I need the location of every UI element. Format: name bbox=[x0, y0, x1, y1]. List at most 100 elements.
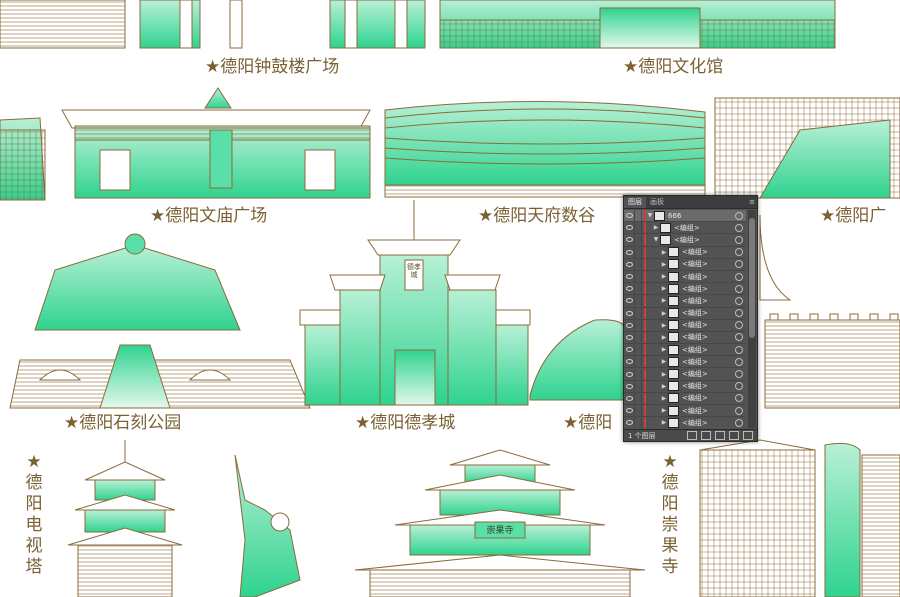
tab-layers[interactable]: 图层 bbox=[624, 197, 646, 208]
layer-name[interactable]: <编组> bbox=[682, 393, 735, 403]
layer-row-item[interactable]: ▶ <编组> bbox=[624, 283, 746, 296]
target-circle-icon[interactable] bbox=[735, 345, 743, 354]
target-circle-icon[interactable] bbox=[735, 260, 743, 269]
target-circle-icon[interactable] bbox=[735, 309, 743, 318]
lock-toggle[interactable] bbox=[635, 405, 642, 417]
expand-chevron-right-icon[interactable]: ▶ bbox=[660, 395, 668, 402]
layer-row-item[interactable]: ▶ <编组> bbox=[624, 356, 746, 369]
visibility-eye-icon[interactable] bbox=[624, 307, 635, 319]
lock-toggle[interactable] bbox=[635, 417, 642, 428]
layer-row-item[interactable]: ▶ <编组> bbox=[624, 319, 746, 332]
layer-name[interactable]: <编组> bbox=[682, 259, 735, 269]
target-circle-icon[interactable] bbox=[735, 406, 743, 415]
expand-chevron-right-icon[interactable]: ▶ bbox=[652, 224, 660, 231]
expand-chevron-right-icon[interactable]: ▶ bbox=[660, 419, 668, 426]
lock-toggle[interactable] bbox=[635, 307, 642, 319]
layer-name[interactable]: <编组> bbox=[674, 223, 735, 233]
layer-row-item[interactable]: ▶ <编组> bbox=[624, 295, 746, 308]
layer-name[interactable]: 666 bbox=[668, 212, 735, 220]
layer-row-item[interactable]: ▶ <编组> bbox=[624, 331, 746, 345]
visibility-eye-icon[interactable] bbox=[624, 368, 635, 380]
visibility-eye-icon[interactable] bbox=[624, 405, 635, 417]
lock-toggle[interactable] bbox=[635, 222, 642, 234]
target-circle-icon[interactable] bbox=[735, 333, 743, 342]
tab-artboards[interactable]: 画板 bbox=[646, 197, 668, 208]
expand-chevron-right-icon[interactable]: ▶ bbox=[660, 358, 668, 365]
visibility-eye-icon[interactable] bbox=[624, 210, 635, 222]
target-circle-icon[interactable] bbox=[735, 235, 743, 244]
lock-toggle[interactable] bbox=[635, 392, 642, 404]
layer-name[interactable]: <编组> bbox=[682, 320, 735, 330]
expand-chevron-right-icon[interactable]: ▶ bbox=[660, 383, 668, 390]
layer-name[interactable]: <编组> bbox=[682, 296, 735, 306]
target-circle-icon[interactable] bbox=[735, 223, 743, 232]
visibility-eye-icon[interactable] bbox=[624, 344, 635, 356]
layer-name[interactable]: <编组> bbox=[682, 345, 735, 355]
layer-row-item[interactable]: ▶ <编组> bbox=[624, 368, 746, 381]
layer-name[interactable]: <编组> bbox=[682, 406, 735, 416]
visibility-eye-icon[interactable] bbox=[624, 417, 635, 428]
lock-toggle[interactable] bbox=[635, 234, 642, 246]
layer-row-item[interactable]: ▶ <编组> bbox=[624, 258, 746, 271]
target-circle-icon[interactable] bbox=[735, 370, 743, 379]
layer-row-top[interactable]: ▼ 666 bbox=[624, 210, 746, 223]
sublayer-icon[interactable] bbox=[715, 431, 725, 440]
expand-chevron-right-icon[interactable]: ▶ bbox=[660, 371, 668, 378]
visibility-eye-icon[interactable] bbox=[624, 380, 635, 392]
lock-toggle[interactable] bbox=[635, 283, 642, 295]
lock-toggle[interactable] bbox=[635, 246, 642, 258]
expand-chevron-right-icon[interactable]: ▶ bbox=[660, 285, 668, 292]
layer-row-group[interactable]: ▶ <编组> bbox=[624, 222, 746, 235]
visibility-eye-icon[interactable] bbox=[624, 356, 635, 368]
lock-toggle[interactable] bbox=[635, 344, 642, 356]
layer-name[interactable]: <编组> bbox=[682, 284, 735, 294]
target-circle-icon[interactable] bbox=[735, 357, 743, 366]
layer-row-item[interactable]: ▶ <编组> bbox=[624, 417, 746, 428]
visibility-eye-icon[interactable] bbox=[624, 392, 635, 404]
layer-name[interactable]: <编组> bbox=[674, 235, 735, 245]
layer-name[interactable]: <编组> bbox=[682, 247, 735, 257]
visibility-eye-icon[interactable] bbox=[624, 319, 635, 331]
expand-chevron-right-icon[interactable]: ▶ bbox=[660, 310, 668, 317]
layer-row-item[interactable]: ▶ <编组> bbox=[624, 271, 746, 284]
lock-toggle[interactable] bbox=[635, 356, 642, 368]
layers-scrollbar[interactable] bbox=[748, 210, 756, 428]
visibility-eye-icon[interactable] bbox=[624, 258, 635, 270]
panel-menu-icon[interactable]: ≡ bbox=[747, 197, 757, 208]
lock-toggle[interactable] bbox=[635, 319, 642, 331]
lock-toggle[interactable] bbox=[635, 295, 642, 307]
layer-name[interactable]: <编组> bbox=[682, 332, 735, 342]
expand-chevron-down-icon[interactable]: ▼ bbox=[652, 236, 660, 243]
target-circle-icon[interactable] bbox=[735, 382, 743, 391]
layer-name[interactable]: <编组> bbox=[682, 357, 735, 367]
lock-toggle[interactable] bbox=[635, 331, 642, 343]
layer-row-item[interactable]: ▶ <编组> bbox=[624, 405, 746, 418]
expand-chevron-down-icon[interactable]: ▼ bbox=[646, 212, 654, 219]
lock-toggle[interactable] bbox=[635, 210, 642, 222]
expand-chevron-right-icon[interactable]: ▶ bbox=[660, 249, 668, 256]
expand-chevron-right-icon[interactable]: ▶ bbox=[660, 346, 668, 353]
target-circle-icon[interactable] bbox=[735, 211, 743, 220]
layer-row-item[interactable]: ▶ <编组> bbox=[624, 392, 746, 405]
visibility-eye-icon[interactable] bbox=[624, 234, 635, 246]
lock-toggle[interactable] bbox=[635, 368, 642, 380]
target-circle-icon[interactable] bbox=[735, 284, 743, 293]
target-circle-icon[interactable] bbox=[735, 394, 743, 403]
layer-name[interactable]: <编组> bbox=[682, 272, 735, 282]
layer-row-item[interactable]: ▶ <编组> bbox=[624, 380, 746, 393]
layer-row-item[interactable]: ▶ <编组> bbox=[624, 246, 746, 259]
visibility-eye-icon[interactable] bbox=[624, 331, 635, 343]
lock-toggle[interactable] bbox=[635, 258, 642, 270]
expand-chevron-right-icon[interactable]: ▶ bbox=[660, 261, 668, 268]
export-icon[interactable] bbox=[687, 431, 697, 440]
visibility-eye-icon[interactable] bbox=[624, 283, 635, 295]
target-circle-icon[interactable] bbox=[735, 248, 743, 257]
visibility-eye-icon[interactable] bbox=[624, 271, 635, 283]
new-layer-icon[interactable] bbox=[729, 431, 739, 440]
expand-chevron-right-icon[interactable]: ▶ bbox=[660, 407, 668, 414]
lock-toggle[interactable] bbox=[635, 271, 642, 283]
target-circle-icon[interactable] bbox=[735, 272, 743, 281]
layer-name[interactable]: <编组> bbox=[682, 418, 735, 428]
target-circle-icon[interactable] bbox=[735, 321, 743, 330]
layer-name[interactable]: <编组> bbox=[682, 381, 735, 391]
